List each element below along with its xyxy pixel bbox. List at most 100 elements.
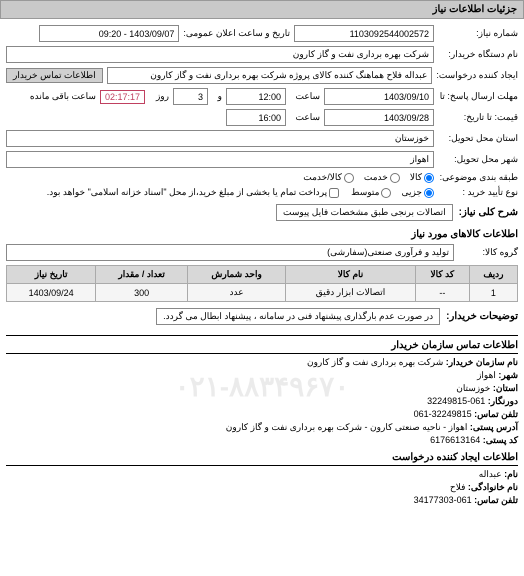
td-date: 1403/09/24 [7,284,96,302]
name-value: عبداله [479,469,502,479]
radio-service-opt[interactable]: خدمت [364,172,400,183]
buyer-note-label: توضیحات خریدار: [446,311,518,322]
time-label-1: ساعت [290,91,320,102]
main-desc-row: شرح کلی نیاز: اتصالات برنجی طبق مشخصات ف… [6,204,518,221]
family-line: نام خانوادگی: فلاح [6,482,518,493]
deadline-time-input[interactable] [226,88,286,105]
contact-heading-1: اطلاعات تماس سازمان خریدار [6,340,518,354]
state-line: استان: خوزستان [6,383,518,394]
and-label: و [212,91,222,102]
th-code: کد کالا [415,266,469,284]
radio-both[interactable] [344,173,354,183]
day-label: روز [149,91,169,102]
radio-goods-opt[interactable]: کالا [410,172,434,183]
th-idx: ردیف [469,266,517,284]
panel-header: جزئیات اطلاعات نیاز [0,0,524,19]
td-qty: 300 [96,284,188,302]
time-remaining-label: ساعت باقی مانده [30,91,96,102]
radio-goods[interactable] [424,173,434,183]
days-left-input[interactable] [173,88,208,105]
family-value: فلاح [450,482,465,492]
row-requester: ایجاد کننده درخواست: اطلاعات تماس خریدار [6,67,518,84]
buyer-contact-button[interactable]: اطلاعات تماس خریدار [6,68,103,83]
postal-label: کد پستی: [483,435,518,445]
row-validity: قیمت: تا تاریخ: ساعت [6,109,518,126]
postal-value: 6176613164 [430,435,480,445]
deadline-label: مهلت ارسال پاسخ: تا [438,91,518,102]
validity-label: قیمت: تا تاریخ: [438,112,518,123]
th-name: نام کالا [286,266,416,284]
delivery-city-input[interactable] [6,151,434,168]
buyer-org-label: نام دستگاه خریدار: [438,49,518,60]
table-header-row: ردیف کد کالا نام کالا واحد شمارش تعداد /… [7,266,518,284]
need-number-label: شماره نیاز: [438,28,518,39]
fax-value: 32249815-061 [414,409,472,419]
announce-label: تاریخ و ساعت اعلان عمومی: [183,28,290,39]
validity-time-input[interactable] [226,109,286,126]
requester-input[interactable] [107,67,433,84]
announce-input[interactable] [39,25,179,42]
radio-small-label: جزیی [401,187,422,198]
row-delivery-state: استان محل تحویل: [6,130,518,147]
payment-checkbox[interactable] [329,188,339,198]
row-need-number: شماره نیاز: تاریخ و ساعت اعلان عمومی: [6,25,518,42]
buyer-note-value: در صورت عدم بارگذاری پیشنهاد فنی در ساما… [156,308,440,325]
th-unit: واحد شمارش [188,266,286,284]
radio-service[interactable] [390,173,400,183]
need-number-input[interactable] [294,25,434,42]
delivery-state-input[interactable] [6,130,434,147]
requester-label: ایجاد کننده درخواست: [436,70,518,81]
org-name-label: نام سازمان خریدار: [446,357,518,367]
name-label: نام: [504,469,518,479]
buyer-note-row: توضیحات خریدار: در صورت عدم بارگذاری پیش… [6,308,518,325]
addr-value: اهواز - ناحیه صنعتی کارون - شرکت بهره بر… [226,422,468,432]
row-delivery-city: شهر محل تحویل: [6,151,518,168]
radio-medium-label: متوسط [351,187,379,198]
addr-label: آدرس پستی: [470,422,518,432]
purchase-radio-group: جزیی متوسط [351,187,434,198]
purchase-type-label: نوع تأیید خرید : [438,187,518,198]
radio-both-opt[interactable]: کالا/خدمت [303,172,354,183]
radio-service-label: خدمت [364,172,388,183]
state-value: خوزستان [456,383,490,393]
delivery-state-label: استان محل تحویل: [438,133,518,144]
phone-value: 061-34177303 [414,495,472,505]
radio-small[interactable] [424,188,434,198]
city-value: اهواز [477,370,496,380]
radio-small-opt[interactable]: جزیی [401,187,434,198]
th-date: تاریخ نیاز [7,266,96,284]
td-idx: 1 [469,284,517,302]
items-table: ردیف کد کالا نام کالا واحد شمارش تعداد /… [6,265,518,302]
time-label-2: ساعت [290,112,320,123]
contact-heading-2: اطلاعات ایجاد کننده درخواست [6,452,518,466]
radio-both-label: کالا/خدمت [303,172,342,183]
row-buyer-org: نام دستگاه خریدار: [6,46,518,63]
buyer-org-input[interactable] [6,46,434,63]
main-desc-label: شرح کلی نیاز: [459,207,518,218]
row-deadline: مهلت ارسال پاسخ: تا ساعت و روز 02:17:17 … [6,88,518,105]
phone-label: تلفن تماس: [474,495,518,505]
radio-medium-opt[interactable]: متوسط [351,187,391,198]
row-group: گروه کالا: [6,244,518,261]
fax-line: تلفن تماس: 32249815-061 [6,409,518,420]
items-heading: اطلاعات کالاهای مورد نیاز [6,229,518,240]
state-label: استان: [493,383,518,393]
contact-block: اطلاعات تماس سازمان خریدار نام سازمان خر… [6,335,518,506]
th-qty: تعداد / مقدار [96,266,188,284]
panel-title: جزئیات اطلاعات نیاز [433,4,517,15]
switch-value: 061-32249815 [427,396,485,406]
group-input[interactable] [6,244,454,261]
org-name-line: نام سازمان خریدار: شرکت بهره برداری نفت … [6,357,518,368]
deadline-date-input[interactable] [324,88,434,105]
validity-date-input[interactable] [324,109,434,126]
group-label: گروه کالا: [458,247,518,258]
fax-label: تلفن تماس: [474,409,518,419]
radio-medium[interactable] [381,188,391,198]
payment-note-opt[interactable]: پرداخت تمام یا بخشی از مبلغ خرید،از محل … [47,187,339,198]
payment-note: پرداخت تمام یا بخشی از مبلغ خرید،از محل … [47,187,327,198]
td-name: اتصالات ابزار دقیق [286,284,416,302]
table-row: 1 -- اتصالات ابزار دقیق عدد 300 1403/09/… [7,284,518,302]
form-area: شماره نیاز: تاریخ و ساعت اعلان عمومی: نا… [0,19,524,514]
phone-line: تلفن تماس: 061-34177303 [6,495,518,506]
switch-line: دورنگار: 061-32249815 [6,396,518,407]
